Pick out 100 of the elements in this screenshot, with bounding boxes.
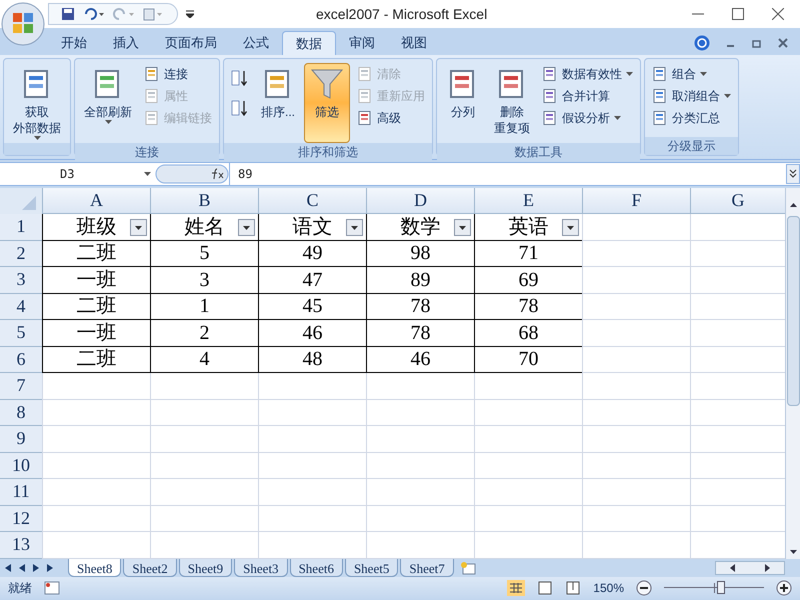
ribbon-tab[interactable]: 插入 [100,31,152,55]
document-icon [652,110,668,126]
row-header[interactable]: 9 [0,426,42,452]
table-cell-text: 98 [410,241,430,266]
page-break-icon[interactable] [565,580,582,596]
ribbon-button[interactable]: 取消组合 [649,85,734,107]
ribbon-tab[interactable]: 数据 [282,31,336,55]
ribbon-button[interactable]: 排序... [256,63,300,143]
column-header[interactable]: F [582,188,690,214]
sheet-tab[interactable]: Sheet8 [68,558,122,576]
group-label: 数据工具 [437,143,640,161]
row-header[interactable]: 6 [0,346,42,373]
ribbon-button[interactable]: 删除 重复项 [489,63,536,143]
row-header[interactable]: 4 [0,294,42,320]
ribbon-button[interactable]: 组合 [649,63,734,85]
row-header[interactable]: 10 [0,452,42,479]
table-cell-text: 68 [518,320,538,346]
ribbon-button[interactable]: 合并计算 [539,85,636,107]
table-cell-text: 69 [518,268,538,293]
ribbon-tab[interactable]: 页面布局 [152,31,230,55]
ribbon-tab[interactable]: 视图 [388,31,440,55]
customize-caret-icon[interactable] [186,10,194,18]
table-cell-text: 二班 [76,347,116,372]
document-icon [144,66,160,82]
ribbon-tab[interactable]: 公式 [230,31,282,55]
filter-dropdown-icon[interactable] [346,219,363,236]
sheet-tab[interactable]: Sheet9 [178,558,232,576]
ribbon-button[interactable]: 假设分析 [539,107,636,129]
ribbon-button[interactable]: 全部刷新 [79,63,137,143]
column-header[interactable]: A [42,188,150,214]
scroll-left-icon[interactable] [729,564,737,572]
ribbon-button[interactable]: 数据有效性 [539,63,636,85]
page-layout-icon[interactable] [537,580,554,596]
sheet-tab[interactable]: Sheet6 [290,558,343,576]
close-icon[interactable] [778,38,788,48]
column-header[interactable]: C [258,188,366,214]
row-header[interactable]: 2 [0,240,42,267]
filter-dropdown-icon[interactable] [238,219,255,236]
close-icon[interactable] [772,8,784,20]
row-header[interactable]: 7 [0,373,42,400]
column-header[interactable]: E [474,188,582,214]
ribbon-button[interactable]: 连接 [141,63,215,85]
dropdown-caret-icon [34,136,40,140]
table-cell-text: 二班 [76,294,116,320]
ribbon-button[interactable]: 筛选 [304,63,350,143]
sheet-tab[interactable]: Sheet2 [123,558,177,576]
status-text: 就绪 [8,580,32,598]
sheet-tab[interactable]: Sheet7 [400,558,454,576]
scroll-right-icon[interactable] [763,564,771,572]
name-box[interactable]: D3 [0,163,155,185]
horizontal-scrollbar[interactable] [715,560,785,574]
macro-record-icon[interactable] [44,581,60,596]
row-header[interactable]: 12 [0,506,42,532]
dropdown-caret-icon [724,94,732,98]
row-header[interactable]: 11 [0,479,42,506]
document-icon [652,66,668,82]
row-header[interactable]: 3 [0,267,42,294]
column-header[interactable]: G [690,188,785,214]
column-header[interactable]: B [150,188,258,214]
filter-dropdown-icon[interactable] [130,219,147,236]
ribbon-tab[interactable]: 审阅 [336,31,388,55]
column-title: 班级 [76,214,116,240]
vertical-scrollbar[interactable] [785,188,800,558]
filter-dropdown-icon[interactable] [562,219,579,236]
ribbon-button[interactable]: 分列 [441,63,486,143]
row-header[interactable]: 8 [0,400,42,426]
expand-icon[interactable] [786,164,800,184]
table-cell-text: 47 [302,268,322,293]
maximize-icon[interactable] [732,8,744,20]
column-header[interactable]: D [366,188,474,214]
normal-view-icon[interactable] [507,580,526,596]
dropdown-caret-icon [614,116,622,120]
zoom-slider-thumb[interactable] [717,581,725,594]
document-icon [144,88,160,104]
ribbon-tab[interactable]: 开始 [48,31,100,55]
zoom-slider[interactable] [664,581,764,596]
sheet-tab[interactable]: Sheet3 [234,558,288,576]
zoom-out-icon[interactable] [636,580,652,596]
ribbon-button[interactable]: 高级 [354,107,428,129]
row-header[interactable]: 13 [0,532,42,558]
filter-dropdown-icon[interactable] [454,219,471,236]
zoom-level-text[interactable]: 150% [593,579,624,598]
document-icon [542,88,558,104]
save-icon[interactable] [61,7,75,21]
table-cell-text: 48 [302,347,322,372]
sheet-tab[interactable]: Sheet5 [344,558,398,576]
table-cell-text: 78 [518,294,538,320]
row-header[interactable]: 5 [0,320,42,346]
restore-icon[interactable] [752,38,762,48]
help-icon[interactable] [694,35,710,51]
zoom-in-icon[interactable] [776,580,792,596]
ribbon-button[interactable]: 分类汇总 [649,107,734,129]
column-title: 数学 [400,214,440,240]
table-cell-text: 70 [518,347,538,372]
document-icon[interactable] [143,7,165,21]
ribbon-button[interactable]: 获取 外部数据 [8,63,66,143]
table-cell-text: 一班 [76,320,116,346]
row-header[interactable]: 1 [0,214,42,240]
undo-icon[interactable] [83,7,105,21]
group-label: 排序和筛选 [224,143,432,161]
